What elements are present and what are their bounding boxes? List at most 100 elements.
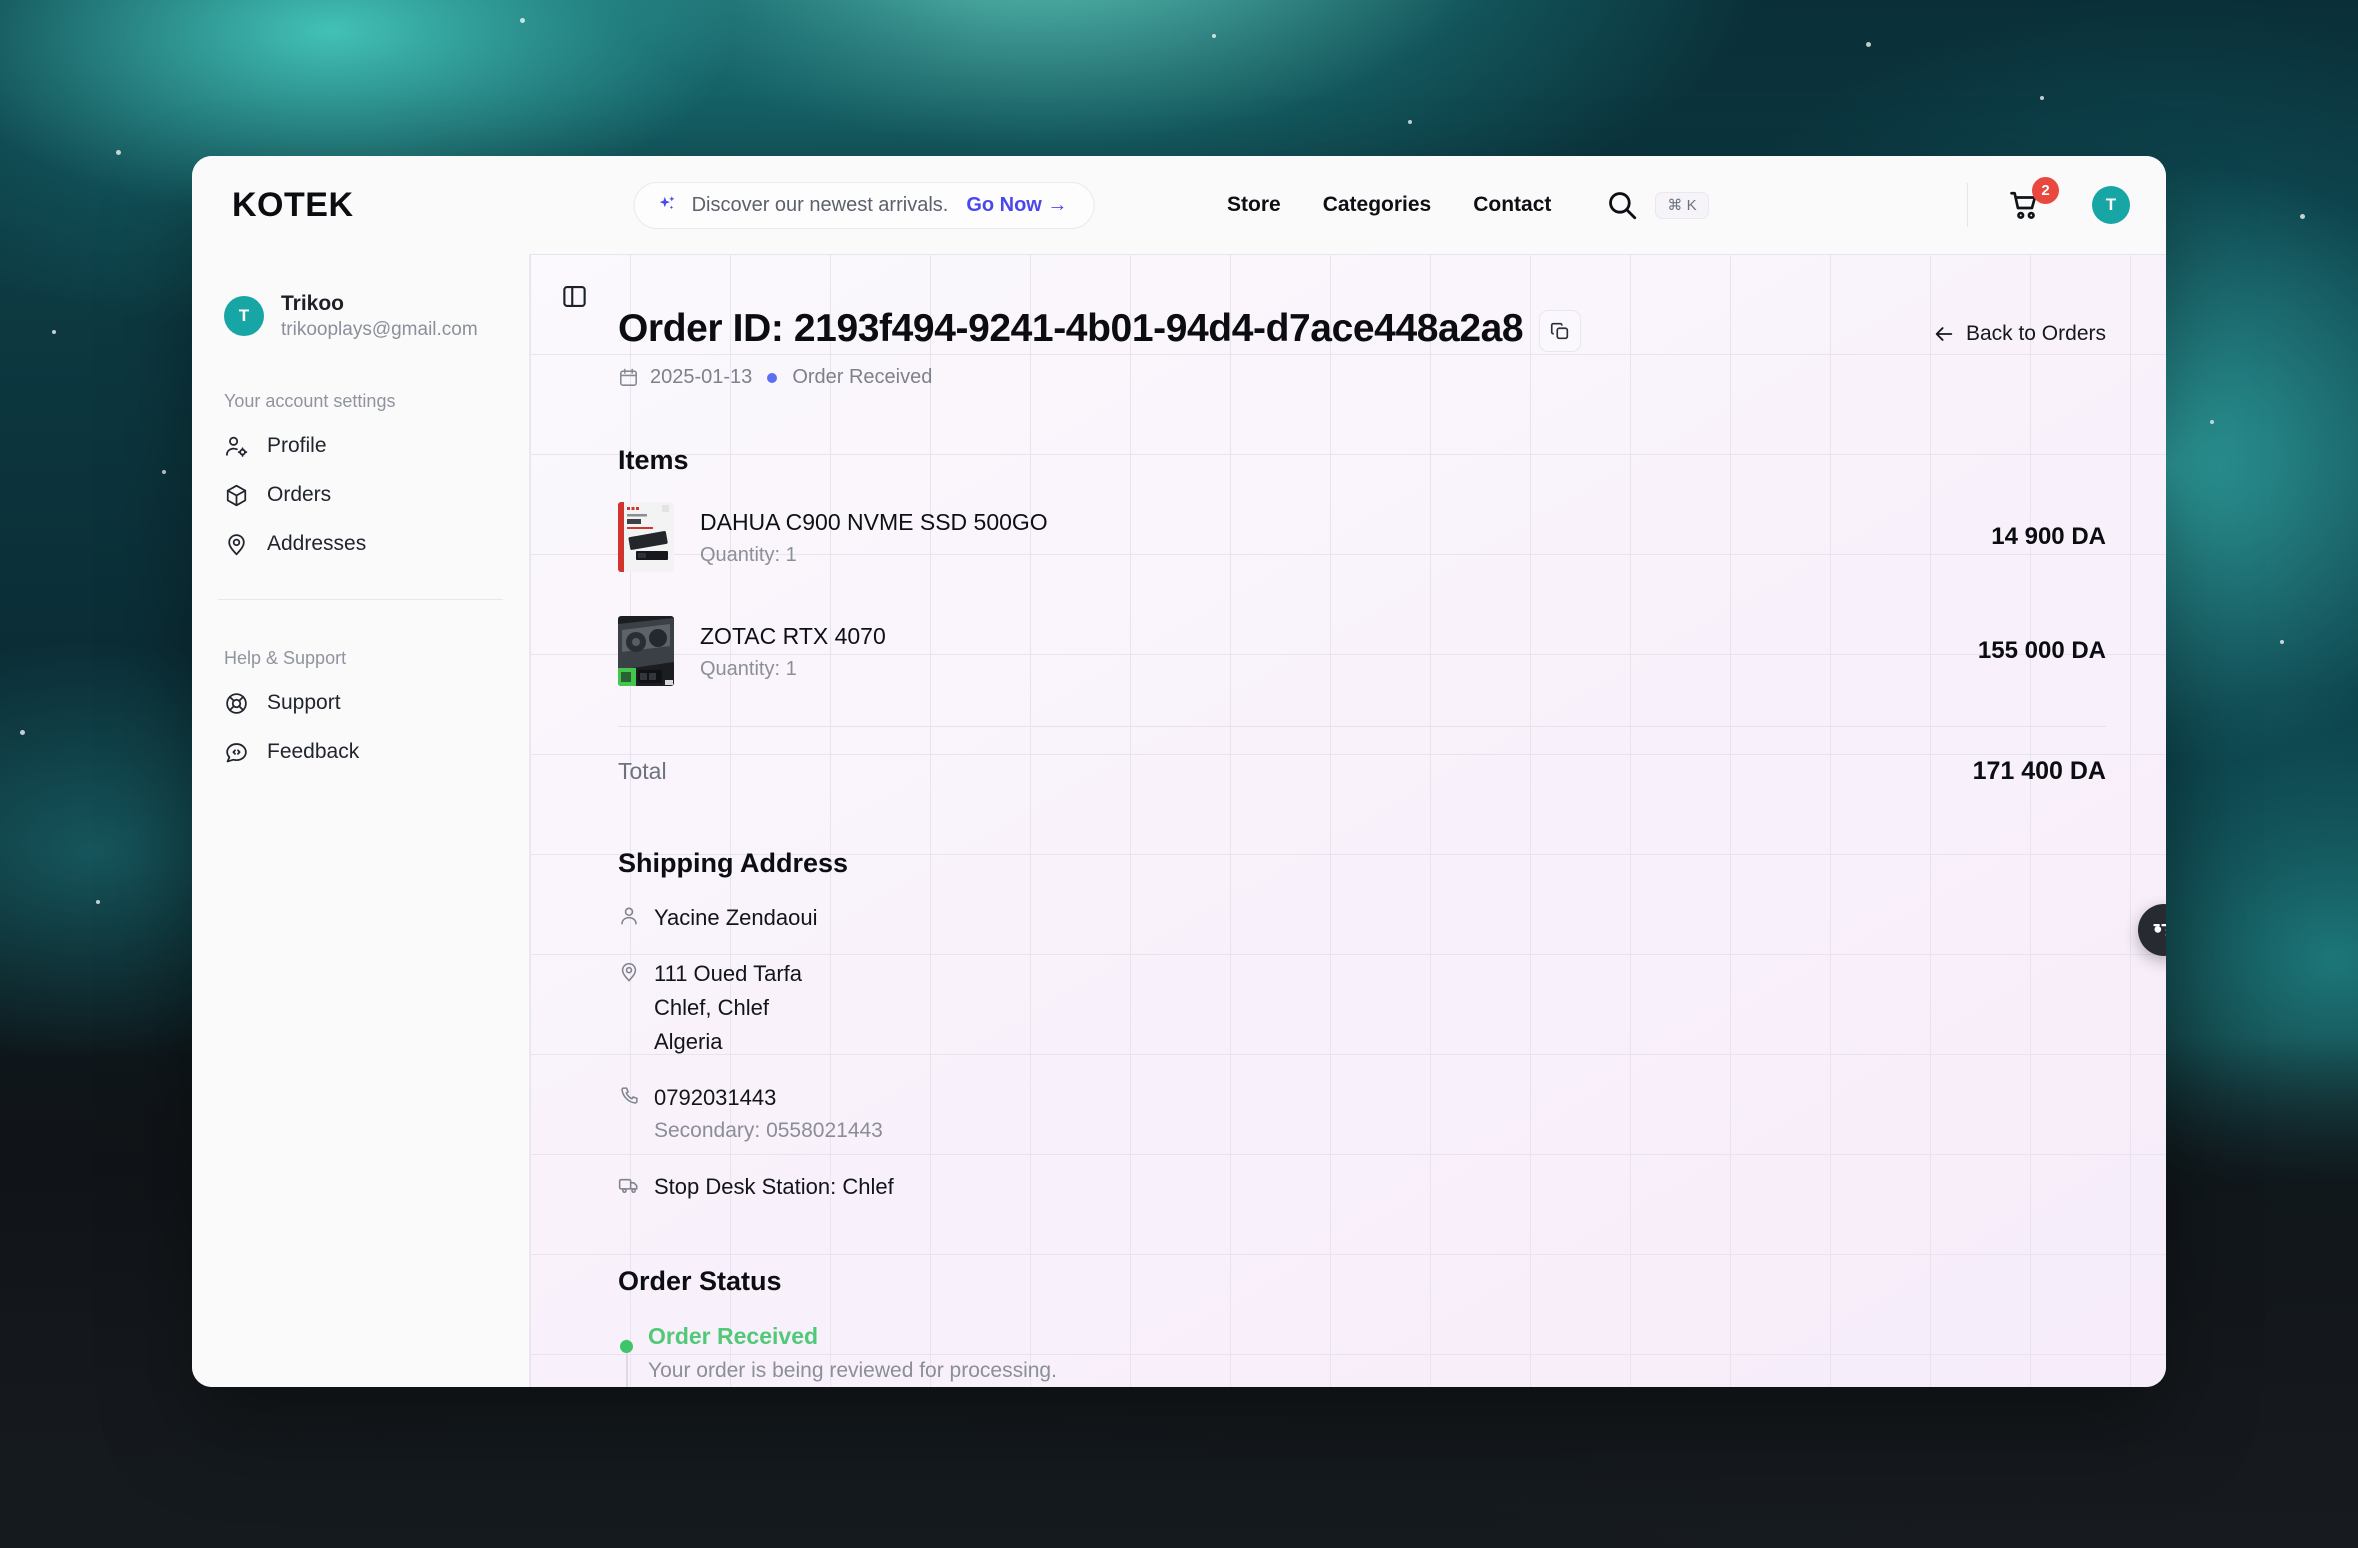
shipping-recipient-row: Yacine Zendaoui [618, 901, 2106, 935]
order-item-name: DAHUA C900 NVME SSD 500GO [700, 508, 1048, 535]
arrow-left-icon [1933, 323, 1955, 345]
mountain-silhouette [0, 1470, 2358, 1548]
sidebar-item-feedback[interactable]: Feedback [192, 728, 529, 777]
page-title: Order ID: 2193f494-9241-4b01-94d4-d7ace4… [618, 306, 1582, 352]
lifebuoy-icon [224, 691, 249, 716]
back-to-orders-label: Back to Orders [1965, 322, 2106, 345]
order-item-info: DAHUA C900 NVME SSD 500GO Quantity: 1 [700, 507, 1965, 567]
sidebar-item-label: Feedback [267, 740, 360, 764]
announcement-pill[interactable]: Discover our newest arrivals. Go Now → [633, 181, 1095, 229]
status-dot [767, 372, 778, 383]
timeline-step-name: Order Received [648, 1323, 819, 1350]
timeline-step-order-received: Order Received Your order is being revie… [620, 1323, 2106, 1387]
sidebar-account-email: trikooplays@gmail.com [281, 319, 478, 341]
top-navigation-bar: KOTEK Discover our newest arrivals. Go N… [192, 156, 2166, 254]
shipping-address-lines: 111 Oued Tarfa Chlef, Chlef Algeria [654, 957, 802, 1059]
shipping-address-heading: Shipping Address [618, 848, 849, 878]
account-sidebar: T Trikoo trikooplays@gmail.com Your acco… [192, 254, 530, 1387]
search-control[interactable]: ⌘ K [1605, 188, 1709, 222]
sidebar-item-label: Support [267, 691, 341, 715]
order-header-row: Order ID: 2193f494-9241-4b01-94d4-d7ace4… [618, 306, 2106, 389]
sparkle-icon [657, 194, 679, 216]
copy-order-id-button[interactable] [1539, 310, 1582, 352]
sidebar-item-orders[interactable]: Orders [192, 471, 529, 520]
nav-item-contact[interactable]: Contact [1473, 193, 1551, 217]
map-pin-icon [224, 532, 249, 557]
sidebar-item-addresses[interactable]: Addresses [192, 520, 529, 569]
sidebar-item-label: Orders [267, 483, 332, 507]
sidebar-item-label: Addresses [267, 532, 367, 556]
total-label: Total [618, 758, 667, 784]
order-header-left: Order ID: 2193f494-9241-4b01-94d4-d7ace4… [618, 306, 1582, 389]
person-icon [618, 901, 640, 927]
panel-layout-icon [561, 283, 588, 310]
shipping-phone-secondary: Secondary: 0558021443 [654, 1119, 883, 1143]
message-icon [224, 740, 249, 765]
gpu-box-thumbnail [618, 616, 674, 686]
shipping-city-region: Chlef, Chlef [654, 995, 769, 1021]
order-status-label: Order Received [792, 366, 933, 388]
calendar-icon [618, 367, 639, 388]
stop-desk-row: Stop Desk Station: Chlef [618, 1170, 2106, 1204]
order-item-price: 14 900 DA [1991, 523, 2106, 550]
order-status-timeline: Order Received Your order is being revie… [618, 1323, 2106, 1387]
sidebar-avatar: T [224, 296, 264, 337]
search-shortcut-badge: ⌘ K [1655, 191, 1709, 219]
order-item-row[interactable]: DAHUA C900 NVME SSD 500GO Quantity: 1 14… [618, 484, 2106, 590]
back-to-orders-button[interactable]: Back to Orders [1933, 322, 2106, 346]
announcement-text: Discover our newest arrivals. [691, 193, 949, 216]
order-item-quantity: Quantity: 1 [700, 658, 797, 681]
timeline-step-desc: Your order is being reviewed for process… [648, 1359, 1057, 1383]
order-item-quantity: Quantity: 1 [700, 544, 797, 567]
order-detail-content: Order ID: 2193f494-9241-4b01-94d4-d7ace4… [530, 254, 2166, 1387]
nav-item-store[interactable]: Store [1227, 193, 1281, 217]
order-total-row: Total 171 400 DA [618, 727, 2106, 786]
main-content-pane: Order ID: 2193f494-9241-4b01-94d4-d7ace4… [530, 254, 2166, 1387]
nav-item-categories[interactable]: Categories [1323, 193, 1432, 217]
announcement-cta-link[interactable]: Go Now → [966, 194, 1067, 217]
ssd-box-thumbnail [618, 502, 674, 572]
topbar-divider [1967, 183, 1968, 227]
sidebar-divider [218, 598, 503, 600]
brand-logo[interactable]: KOTEK [232, 186, 354, 225]
shipping-recipient-name: Yacine Zendaoui [654, 905, 818, 930]
stop-desk-text: Stop Desk Station: Chlef [654, 1174, 894, 1200]
truck-icon [618, 1170, 640, 1196]
topbar-right-cluster: 2 T [1967, 177, 2130, 227]
search-icon[interactable] [1605, 188, 1639, 222]
main-nav: Store Categories Contact ⌘ K [1227, 188, 1709, 222]
box-icon [224, 483, 249, 508]
order-item-name: ZOTAC RTX 4070 [700, 622, 886, 649]
map-pin-icon [618, 957, 640, 983]
shipping-country: Algeria [654, 1029, 723, 1055]
order-id-text: Order ID: 2193f494-9241-4b01-94d4-d7ace4… [618, 307, 1524, 350]
sidebar-item-support[interactable]: Support [192, 679, 529, 728]
order-status-heading: Order Status [618, 1266, 782, 1297]
order-item-price: 155 000 DA [1977, 637, 2106, 664]
items-heading: Items [618, 445, 689, 475]
sidebar-group-label-account: Your account settings [224, 390, 396, 411]
shipping-phone-primary: 0792031443 [654, 1085, 777, 1111]
sidebar-item-label: Profile [267, 434, 327, 458]
order-item-row[interactable]: ZOTAC RTX 4070 Quantity: 1 155 000 DA [618, 598, 2106, 704]
sidebar-item-profile[interactable]: Profile [192, 422, 529, 471]
sidebar-account-name: Trikoo [281, 292, 345, 315]
total-value: 171 400 DA [1972, 757, 2106, 785]
cart-button[interactable]: 2 [2008, 177, 2059, 226]
shipping-street: 111 Oued Tarfa [654, 961, 802, 987]
sidebar-toggle-button[interactable] [552, 274, 596, 318]
window-body: T Trikoo trikooplays@gmail.com Your acco… [192, 254, 2166, 1387]
order-meta-row: 2025-01-13 Order Received [618, 366, 1581, 389]
shipping-address-row: 111 Oued Tarfa Chlef, Chlef Algeria [618, 957, 2106, 1059]
sidebar-account-block[interactable]: T Trikoo trikooplays@gmail.com [192, 290, 529, 343]
shipping-phone-row: 0792031443 Secondary: 0558021443 [618, 1081, 2106, 1148]
phone-icon [618, 1081, 640, 1107]
shipping-phone-lines: 0792031443 Secondary: 0558021443 [654, 1081, 883, 1148]
user-gear-icon [224, 434, 249, 459]
user-avatar[interactable]: T [2092, 186, 2130, 224]
timeline-dot [620, 1340, 633, 1354]
sliders-icon [2151, 917, 2166, 943]
copy-icon [1549, 320, 1571, 342]
app-window: KOTEK Discover our newest arrivals. Go N… [192, 156, 2166, 1387]
order-item-info: ZOTAC RTX 4070 Quantity: 1 [700, 621, 1952, 681]
